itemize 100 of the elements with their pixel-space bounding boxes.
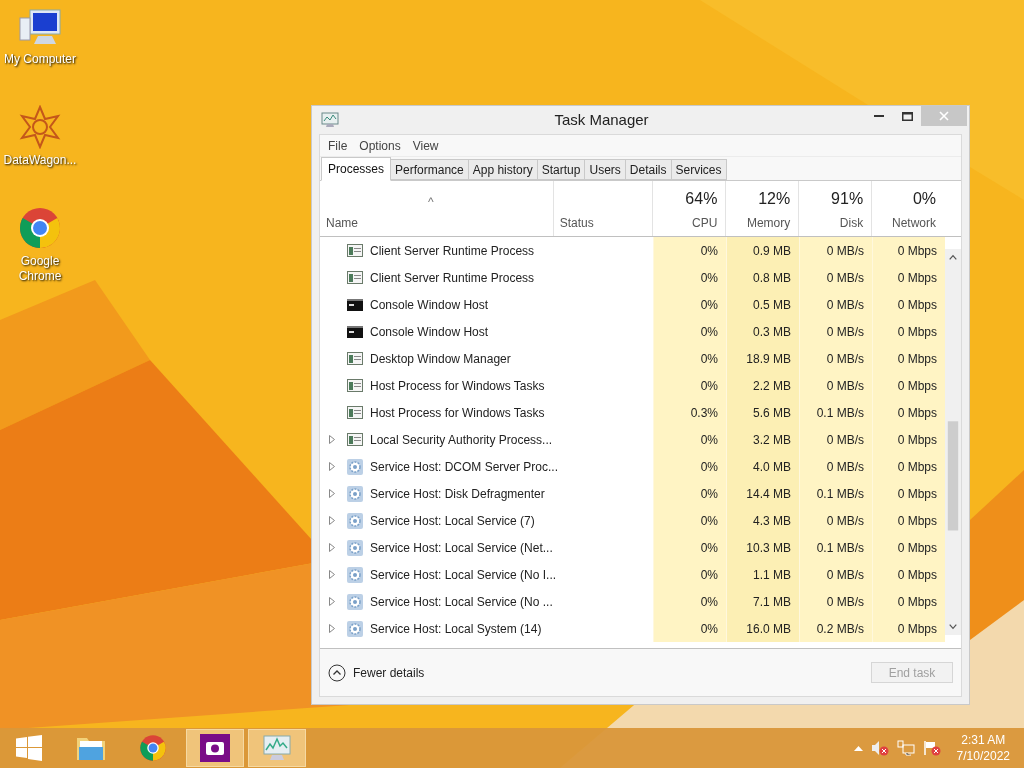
table-cell: 0% — [653, 345, 726, 372]
expand-arrow-icon[interactable] — [329, 462, 335, 471]
menu-item[interactable]: File — [322, 136, 354, 155]
tab[interactable]: Users — [584, 159, 626, 180]
table-cell: 0.1 MB/s — [799, 399, 872, 426]
process-name[interactable]: Host Process for Windows Tasks — [370, 376, 545, 395]
table-cell: 0.3 MB — [726, 318, 799, 345]
window-icon — [347, 244, 363, 257]
taskbar-button[interactable] — [186, 729, 244, 767]
expand-arrow-icon[interactable] — [329, 624, 335, 633]
fewer-details-button[interactable]: Fewer details — [328, 663, 425, 682]
table-cell: 0 MB/s — [799, 264, 872, 291]
network-icon[interactable] — [896, 740, 915, 756]
expand-arrow-icon[interactable] — [329, 543, 335, 552]
table-cell: 4.0 MB — [726, 453, 799, 480]
expand-arrow-icon[interactable] — [329, 597, 335, 606]
process-name[interactable]: Client Server Runtime Process — [370, 241, 535, 260]
expand-arrow-icon[interactable] — [329, 516, 335, 525]
windows-logo-icon — [16, 735, 42, 761]
table-cell: 5.6 MB — [726, 399, 799, 426]
table-cell: 0 MB/s — [799, 507, 872, 534]
table-cell: 0% — [653, 318, 726, 345]
table-cell: 14.4 MB — [726, 480, 799, 507]
tab[interactable]: Details — [624, 159, 672, 180]
table-cell: 0 Mbps — [872, 453, 945, 480]
process-name[interactable]: Service Host: Disk Defragmenter — [370, 484, 545, 503]
console-icon — [347, 325, 363, 338]
table-cell: 0% — [653, 264, 726, 291]
table-cell: 0.2 MB/s — [799, 615, 872, 642]
table-cell: 0% — [653, 480, 726, 507]
table-cell: 0.1 MB/s — [799, 534, 872, 561]
table-cell: 0% — [653, 615, 726, 642]
process-name[interactable]: Desktop Window Manager — [370, 349, 511, 368]
table-cell: 0 Mbps — [872, 318, 945, 345]
process-name[interactable]: Service Host: Local Service (No ... — [370, 592, 553, 611]
table-cell: 0 Mbps — [872, 237, 945, 264]
gear-icon — [347, 566, 363, 583]
window-icon — [347, 406, 363, 419]
table-cell: 0% — [653, 426, 726, 453]
tab[interactable]: Services — [670, 159, 727, 180]
process-name[interactable]: Service Host: Local Service (7) — [370, 511, 535, 530]
table-cell: 0 Mbps — [872, 588, 945, 615]
tab[interactable]: Performance — [390, 159, 469, 180]
star-logo-icon — [18, 105, 62, 149]
table-cell: 0.1 MB/s — [799, 480, 872, 507]
show-hidden-icons-icon[interactable] — [853, 745, 863, 751]
usage-percent: 0% — [912, 189, 937, 209]
table-cell: 0 MB/s — [799, 372, 872, 399]
table-cell: 0% — [653, 534, 726, 561]
table-cell: 0 MB/s — [799, 318, 872, 345]
table-cell: 0% — [653, 291, 726, 318]
table-cell: 0 MB/s — [799, 453, 872, 480]
column-header[interactable]: Name — [326, 214, 553, 232]
expand-arrow-icon[interactable] — [329, 570, 335, 579]
table-cell: 0.8 MB — [726, 264, 799, 291]
column-header[interactable]: Disk — [839, 214, 864, 232]
expand-arrow-icon[interactable] — [329, 489, 335, 498]
maximize-icon[interactable] — [902, 111, 913, 121]
table-cell: 0 MB/s — [799, 291, 872, 318]
menu-item[interactable]: View — [406, 136, 445, 155]
window-icon — [347, 352, 363, 365]
process-name[interactable]: Service Host: Local Service (No I... — [370, 565, 557, 584]
gear-icon — [347, 512, 363, 529]
process-name[interactable]: Host Process for Windows Tasks — [370, 403, 545, 422]
menu-item[interactable]: Options — [353, 136, 407, 155]
process-name[interactable]: Service Host: Local Service (Net... — [370, 538, 553, 557]
usage-percent: 64% — [685, 189, 718, 209]
process-name[interactable]: Console Window Host — [370, 322, 489, 341]
expand-arrow-icon[interactable] — [329, 435, 335, 444]
process-name[interactable]: Local Security Authority Process... — [370, 430, 553, 449]
column-header[interactable]: Network — [892, 214, 937, 232]
table-cell: 0 Mbps — [872, 534, 945, 561]
table-cell: 0 Mbps — [872, 264, 945, 291]
column-header[interactable]: Memory — [746, 214, 791, 232]
table-cell: 0 Mbps — [872, 507, 945, 534]
folder-icon — [76, 735, 106, 761]
tab[interactable]: Processes — [321, 157, 392, 181]
chrome-icon — [18, 206, 62, 250]
table-cell: 0 Mbps — [872, 372, 945, 399]
process-name[interactable]: Client Server Runtime Process — [370, 268, 535, 287]
process-name[interactable]: Console Window Host — [370, 295, 489, 314]
table-cell: 0 Mbps — [872, 480, 945, 507]
table-cell: 3.2 MB — [726, 426, 799, 453]
gear-icon — [347, 620, 363, 637]
process-name[interactable]: Service Host: Local System (14) — [370, 619, 542, 638]
table-cell: 0 Mbps — [872, 615, 945, 642]
usage-percent: 12% — [758, 189, 791, 209]
speaker-muted-icon[interactable] — [870, 740, 889, 756]
table-cell: 10.3 MB — [726, 534, 799, 561]
flag-icon[interactable] — [922, 740, 941, 756]
table-cell: 0% — [653, 588, 726, 615]
table-cell: 0% — [653, 561, 726, 588]
column-header[interactable]: CPU — [692, 214, 718, 232]
column-header[interactable]: Status — [559, 214, 653, 232]
table-cell: 7.1 MB — [726, 588, 799, 615]
sort-arrow[interactable]: ^ — [428, 193, 434, 211]
process-name[interactable]: Service Host: DCOM Server Proc... — [370, 457, 559, 476]
gear-icon — [347, 485, 363, 502]
tab[interactable]: App history — [467, 159, 538, 180]
tab[interactable]: Startup — [536, 159, 586, 180]
